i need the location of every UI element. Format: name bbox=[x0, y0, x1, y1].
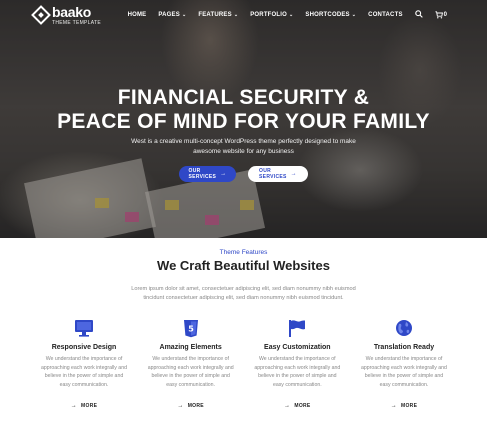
hero-bg-sticky-note bbox=[95, 198, 109, 208]
chevron-down-icon: ⌄ bbox=[181, 12, 187, 18]
section-lead-line: tincidunt consectetuer adipiscing elit, … bbox=[143, 295, 344, 301]
more-label: MORE bbox=[294, 403, 311, 409]
arrow-right-icon: → bbox=[220, 171, 227, 177]
button-label: OUR SERVICES bbox=[259, 168, 287, 180]
nav-item-label: FEATURES bbox=[198, 12, 232, 18]
feature-desc-line: easy communication. bbox=[379, 381, 429, 388]
feature-desc-line: approaching each work integrally and bbox=[361, 364, 447, 371]
section-title: We Craft Beautiful Websites bbox=[157, 258, 330, 273]
chevron-down-icon: ⌄ bbox=[289, 12, 294, 18]
feature-description: We understand the importance of approach… bbox=[141, 355, 241, 389]
feature-description: We understand the importance of approach… bbox=[34, 355, 134, 389]
html5-icon: 5 bbox=[141, 318, 241, 338]
feature-desc-line: believe in the power of simple and bbox=[44, 373, 124, 379]
more-label: MORE bbox=[187, 403, 204, 409]
hero-bg-sticky-note bbox=[240, 200, 254, 210]
feature-desc-line: believe in the power of simple and bbox=[258, 373, 337, 379]
main-menu: HOME PAGES ⌄ FEATURES ⌄ PORTFOLIO ⌄ SHORTCO… bbox=[116, 10, 447, 20]
arrow-right-icon: → bbox=[70, 403, 78, 409]
globe-icon bbox=[354, 318, 454, 338]
feature-desc-line: approaching each work integrally and bbox=[41, 364, 127, 371]
our-services-secondary-button[interactable]: OUR SERVICES → bbox=[248, 166, 308, 182]
hero-headline-line: PEACE OF MIND FOR YOUR FAMILY bbox=[57, 110, 430, 133]
nav-item-pages[interactable]: PAGES ⌄ bbox=[158, 12, 186, 18]
nav-item-label: PORTFOLIO bbox=[250, 12, 288, 18]
hero-tagline-line: West is a creative multi-concept WordPre… bbox=[131, 138, 356, 145]
nav-item-shortcodes[interactable]: SHORTCODES ⌄ bbox=[305, 12, 356, 18]
feature-desc-line: We understand the importance of bbox=[365, 356, 443, 362]
feature-card: Easy Customization We understand the imp… bbox=[247, 318, 347, 409]
nav-item-label: HOME bbox=[127, 12, 147, 18]
site-logo[interactable]: baako THEME TEMPLATE bbox=[31, 4, 102, 26]
hero-buttons: OUR SERVICES → OUR SERVICES → bbox=[0, 166, 487, 182]
chevron-down-icon: ⌄ bbox=[351, 12, 357, 18]
arrow-right-icon: → bbox=[177, 403, 184, 409]
logo-diamond-icon bbox=[31, 5, 51, 25]
our-services-primary-button[interactable]: OUR SERVICES → bbox=[179, 166, 236, 182]
feature-desc-line: We understand the importance of bbox=[152, 356, 229, 362]
feature-desc-line: We understand the importance of bbox=[45, 356, 123, 362]
search-icon[interactable] bbox=[414, 10, 423, 20]
nav-item-features[interactable]: FEATURES ⌄ bbox=[198, 12, 238, 18]
hero-bg-sticky-note bbox=[165, 200, 179, 210]
feature-title: Amazing Elements bbox=[159, 344, 222, 351]
feature-card: Translation Ready We understand the impo… bbox=[354, 318, 454, 409]
hero-headline-line: FINANCIAL SECURITY & bbox=[117, 86, 370, 109]
section-lead: Lorem ipsum dolor sit amet, consectetuer… bbox=[0, 285, 487, 303]
cart-count: 0 bbox=[443, 12, 447, 18]
features-grid: Responsive Design We understand the impo… bbox=[34, 318, 454, 409]
nav-item-label: CONTACTS bbox=[368, 12, 403, 18]
hero-section: baako THEME TEMPLATE HOME PAGES ⌄ FEATURE… bbox=[0, 0, 487, 238]
feature-desc-line: easy communication. bbox=[59, 381, 109, 388]
svg-text:5: 5 bbox=[188, 324, 194, 333]
feature-description: We understand the importance of approach… bbox=[247, 355, 347, 389]
feature-title: Easy Customization bbox=[264, 344, 331, 351]
nav-item-contacts[interactable]: CONTACTS bbox=[368, 12, 403, 18]
more-link[interactable]: → MORE bbox=[141, 403, 241, 409]
more-label: MORE bbox=[81, 403, 98, 409]
hero-headline: FINANCIAL SECURITY & PEACE OF MIND FOR Y… bbox=[0, 86, 487, 134]
nav-item-portfolio[interactable]: PORTFOLIO ⌄ bbox=[250, 12, 293, 18]
flag-icon bbox=[247, 318, 347, 338]
more-link[interactable]: → MORE bbox=[34, 403, 134, 409]
feature-card: 5 Amazing Elements We understand the imp… bbox=[141, 318, 241, 409]
hero-bg-sticky-note bbox=[125, 212, 139, 222]
arrow-right-icon: → bbox=[284, 403, 291, 409]
feature-desc-line: easy communication. bbox=[166, 381, 216, 388]
nav-item-home[interactable]: HOME bbox=[128, 12, 147, 18]
hero-tagline: West is a creative multi-concept WordPre… bbox=[0, 137, 487, 157]
hero-tagline-line: awesome website for any business bbox=[193, 148, 294, 155]
more-label: MORE bbox=[401, 403, 418, 409]
monitor-icon bbox=[34, 318, 134, 338]
feature-desc-line: approaching each work integrally and bbox=[254, 364, 341, 371]
feature-desc-line: believe in the power of simple and bbox=[364, 373, 444, 379]
feature-title: Translation Ready bbox=[373, 344, 435, 351]
chevron-down-icon: ⌄ bbox=[233, 12, 239, 18]
top-navigation: baako THEME TEMPLATE HOME PAGES ⌄ FEATURE… bbox=[0, 0, 487, 30]
nav-item-label: PAGES bbox=[158, 12, 180, 18]
feature-desc-line: believe in the power of simple and bbox=[151, 373, 230, 379]
section-lead-line: Lorem ipsum dolor sit amet, consectetuer… bbox=[131, 286, 356, 292]
section-kicker: Theme Features bbox=[219, 249, 268, 256]
feature-description: We understand the importance of approach… bbox=[354, 355, 454, 389]
logo-name: baako bbox=[52, 4, 91, 20]
hero-bg-sticky-note bbox=[205, 215, 219, 225]
feature-desc-line: We understand the importance of bbox=[259, 356, 336, 362]
feature-title: Responsive Design bbox=[51, 344, 117, 351]
button-label: OUR SERVICES bbox=[188, 168, 217, 180]
feature-desc-line: approaching each work integrally and bbox=[147, 364, 234, 371]
cart-icon[interactable]: 0 bbox=[435, 11, 447, 19]
feature-desc-line: easy communication. bbox=[272, 381, 322, 388]
logo-subtitle: THEME TEMPLATE bbox=[52, 20, 102, 26]
more-link[interactable]: → MORE bbox=[247, 403, 347, 409]
feature-card: Responsive Design We understand the impo… bbox=[34, 318, 134, 409]
nav-item-label: SHORTCODES bbox=[305, 12, 350, 18]
arrow-right-icon: → bbox=[390, 403, 398, 409]
more-link[interactable]: → MORE bbox=[354, 403, 454, 409]
arrow-right-icon: → bbox=[290, 171, 297, 177]
